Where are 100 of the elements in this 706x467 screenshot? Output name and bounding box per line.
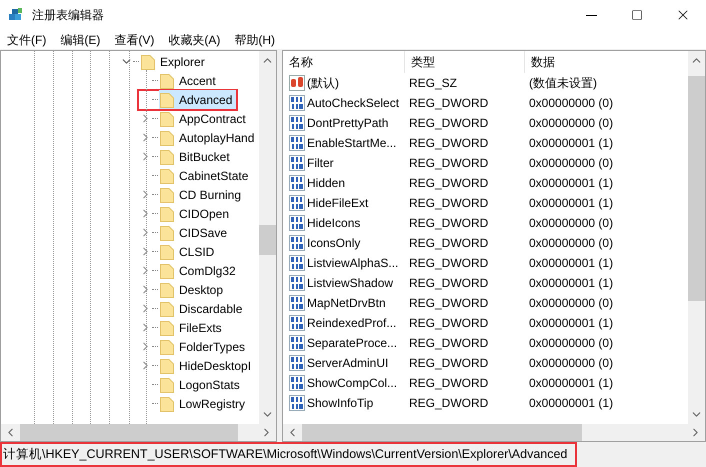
tree-item[interactable]: ComDlg32 bbox=[159, 261, 240, 280]
value-data: 0x00000001 (1) bbox=[529, 176, 614, 190]
binary-value-icon bbox=[289, 115, 305, 131]
scrollbar-thumb[interactable] bbox=[302, 424, 582, 441]
tree-item[interactable]: Advanced bbox=[159, 90, 236, 109]
column-header[interactable]: 名称 bbox=[283, 51, 405, 73]
scrollbar-thumb[interactable] bbox=[259, 225, 276, 255]
binary-value-icon bbox=[289, 255, 305, 271]
value-name: Hidden bbox=[307, 175, 346, 192]
value-name: IconsOnly bbox=[307, 235, 360, 252]
tree-item[interactable]: CIDSave bbox=[159, 223, 232, 242]
value-name: ReindexedProf... bbox=[307, 315, 396, 332]
tree-item[interactable]: AppContract bbox=[159, 109, 250, 128]
value-type: REG_SZ bbox=[409, 76, 458, 90]
folder-icon bbox=[160, 130, 174, 146]
value-type: REG_DWORD bbox=[409, 176, 488, 190]
tree-item[interactable]: FolderTypes bbox=[159, 337, 250, 356]
value-type: REG_DWORD bbox=[409, 376, 488, 390]
binary-value-icon bbox=[289, 295, 305, 311]
folder-icon bbox=[160, 262, 174, 278]
folder-icon bbox=[160, 148, 174, 164]
value-name: ShowInfoTip bbox=[307, 395, 374, 412]
value-data: 0x00000000 (0) bbox=[529, 156, 614, 170]
value-type: REG_DWORD bbox=[409, 156, 488, 170]
value-data: 0x00000000 (0) bbox=[529, 336, 614, 350]
registry-path: 计算机\HKEY_CURRENT_USER\SOFTWARE\Microsoft\Windows\CurrentVersion\Explorer\Advanced bbox=[3, 446, 568, 464]
tree-item[interactable]: Discardable bbox=[159, 299, 246, 318]
folder-icon bbox=[141, 54, 155, 70]
tree-item[interactable]: Desktop bbox=[159, 280, 228, 299]
value-data: 0x00000000 (0) bbox=[529, 296, 614, 310]
folder-icon bbox=[160, 110, 174, 126]
tree-item[interactable]: AutoplayHand bbox=[159, 128, 258, 147]
value-name: ShowCompCol... bbox=[307, 375, 398, 392]
vertical-scrollbar[interactable] bbox=[259, 51, 276, 424]
value-name: MapNetDrvBtn bbox=[307, 295, 386, 312]
value-type: REG_DWORD bbox=[409, 316, 488, 330]
window-title: 注册表编辑器 bbox=[32, 7, 104, 24]
value-name: SeparateProce... bbox=[307, 335, 398, 352]
value-type: REG_DWORD bbox=[409, 116, 488, 130]
horizontal-scrollbar[interactable] bbox=[283, 424, 705, 441]
value-data: 0x00000001 (1) bbox=[529, 256, 614, 270]
binary-value-icon bbox=[289, 155, 305, 171]
folder-icon bbox=[160, 300, 174, 316]
menu-item[interactable]: 文件(F) bbox=[2, 30, 52, 48]
folder-icon bbox=[160, 72, 174, 88]
value-type: REG_DWORD bbox=[409, 136, 488, 150]
value-data: 0x00000001 (1) bbox=[529, 396, 614, 410]
tree-item[interactable]: Explorer bbox=[140, 52, 209, 71]
tree-item[interactable]: CD Burning bbox=[159, 185, 246, 204]
value-name: ServerAdminUI bbox=[307, 355, 388, 372]
folder-icon bbox=[160, 186, 174, 202]
menu-item[interactable]: 编辑(E) bbox=[55, 30, 106, 48]
tree-item[interactable]: FileExts bbox=[159, 318, 226, 337]
value-data: 0x00000000 (0) bbox=[529, 116, 614, 130]
scrollbar-thumb[interactable] bbox=[20, 424, 238, 441]
value-type: REG_DWORD bbox=[409, 296, 488, 310]
binary-value-icon bbox=[289, 335, 305, 351]
tree-item[interactable]: CLSID bbox=[159, 242, 218, 261]
folder-icon bbox=[160, 282, 174, 298]
value-name: (默认) bbox=[307, 75, 339, 92]
menu-item[interactable]: 帮助(H) bbox=[229, 30, 280, 48]
tree-item[interactable]: LogonStats bbox=[159, 375, 244, 394]
tree-item[interactable]: CIDOpen bbox=[159, 204, 234, 223]
value-type: REG_DWORD bbox=[409, 396, 488, 410]
folder-icon bbox=[160, 224, 174, 240]
tree-item[interactable]: CabinetState bbox=[159, 166, 252, 185]
column-header[interactable]: 类型 bbox=[405, 51, 525, 73]
menu-item[interactable]: 收藏夹(A) bbox=[163, 30, 226, 48]
binary-value-icon bbox=[289, 375, 305, 391]
folder-icon bbox=[160, 320, 174, 336]
binary-value-icon bbox=[289, 315, 305, 331]
tree-item[interactable]: LowRegistry bbox=[159, 394, 250, 413]
scrollbar-thumb[interactable] bbox=[688, 76, 705, 301]
tree-item[interactable]: BitBucket bbox=[159, 147, 234, 166]
column-header[interactable]: 数据 bbox=[525, 51, 688, 73]
tree-item[interactable]: HideDesktopI bbox=[159, 356, 256, 375]
value-name: Filter bbox=[307, 155, 334, 172]
folder-icon bbox=[160, 92, 174, 108]
binary-value-icon bbox=[289, 275, 305, 291]
tree-item[interactable]: Accent bbox=[159, 71, 220, 90]
value-type: REG_DWORD bbox=[409, 336, 488, 350]
vertical-scrollbar[interactable] bbox=[688, 51, 705, 424]
binary-value-icon bbox=[289, 195, 305, 211]
value-type: REG_DWORD bbox=[409, 356, 488, 370]
binary-value-icon bbox=[289, 235, 305, 251]
value-type: REG_DWORD bbox=[409, 196, 488, 210]
value-name: EnableStartMe... bbox=[307, 135, 396, 152]
menu-item[interactable]: 查看(V) bbox=[109, 30, 160, 48]
value-type: REG_DWORD bbox=[409, 216, 488, 230]
value-data: 0x00000001 (1) bbox=[529, 136, 614, 150]
value-data: 0x00000000 (0) bbox=[529, 96, 614, 110]
value-name: DontPrettyPath bbox=[307, 115, 388, 132]
horizontal-scrollbar[interactable] bbox=[1, 424, 276, 441]
folder-icon bbox=[160, 168, 174, 184]
folder-icon bbox=[160, 376, 174, 392]
value-data: 0x00000001 (1) bbox=[529, 376, 614, 390]
value-type: REG_DWORD bbox=[409, 276, 488, 290]
binary-value-icon bbox=[289, 395, 305, 411]
folder-icon bbox=[160, 338, 174, 354]
registry-cubes-icon bbox=[8, 7, 24, 23]
